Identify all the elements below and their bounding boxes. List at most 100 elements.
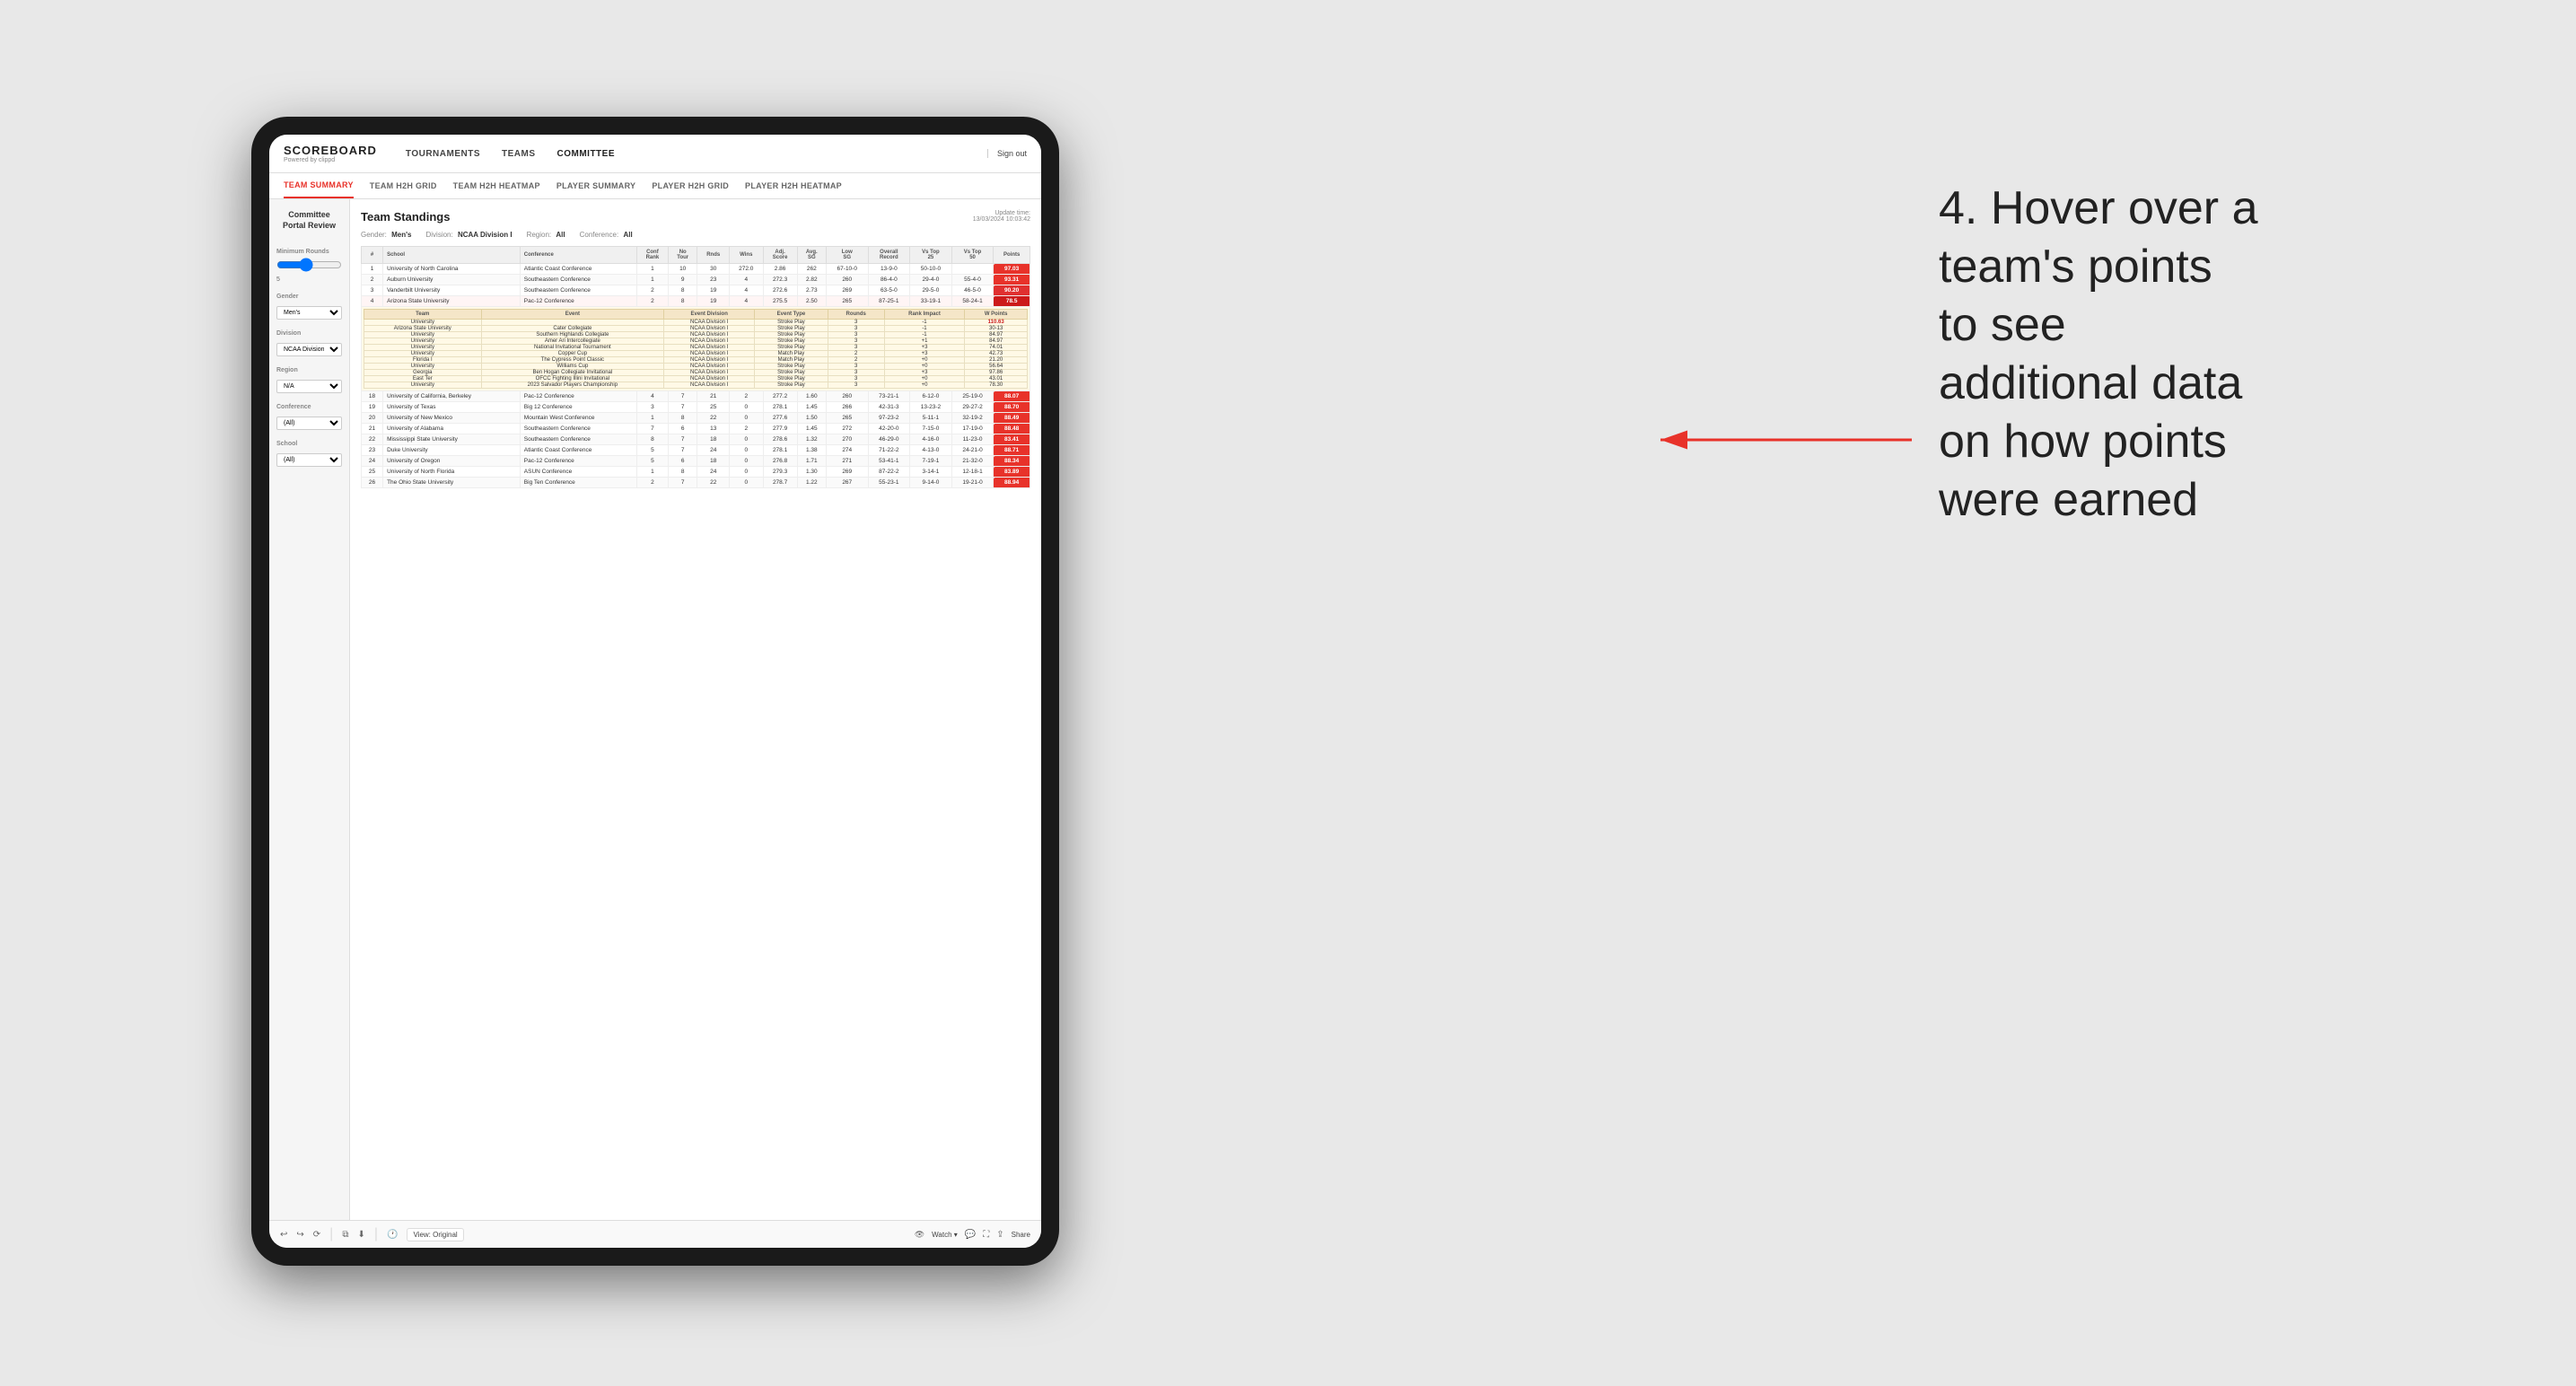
table-row[interactable]: 26 The Ohio State University Big Ten Con… bbox=[362, 478, 1030, 488]
nav-tournaments[interactable]: TOURNAMENTS bbox=[404, 145, 482, 162]
cell-points[interactable]: 83.89 bbox=[994, 467, 1030, 478]
cell-points[interactable]: 93.31 bbox=[994, 275, 1030, 285]
share-button[interactable]: Share bbox=[1012, 1231, 1030, 1239]
conference-select[interactable]: (All) bbox=[276, 417, 342, 430]
copy-icon[interactable]: ⧉ bbox=[342, 1230, 348, 1240]
tab-team-h2h-heatmap[interactable]: TEAM H2H HEATMAP bbox=[453, 174, 540, 197]
min-rounds-label: Minimum Rounds bbox=[276, 249, 342, 255]
tooltip-data-row: University 2023 Salvador Players Champio… bbox=[364, 382, 1028, 389]
cell-wins: 4 bbox=[730, 275, 764, 285]
watch-button[interactable]: Watch ▾ bbox=[932, 1231, 958, 1239]
cell-overall-record: 97-23-2 bbox=[868, 413, 910, 424]
annotation-area: 4. Hover over ateam's pointsto seeadditi… bbox=[1939, 180, 2522, 548]
filter-division: Division: NCAA Division I bbox=[426, 231, 513, 239]
view-label[interactable]: View: Original bbox=[407, 1228, 463, 1241]
region-select[interactable]: N/A All bbox=[276, 380, 342, 393]
cell-vs-top-50: 29-27-2 bbox=[951, 402, 994, 413]
cell-overall-record: 42-31-3 bbox=[868, 402, 910, 413]
table-row[interactable]: 21 University of Alabama Southeastern Co… bbox=[362, 424, 1030, 434]
reset-icon[interactable]: ⟳ bbox=[313, 1230, 320, 1240]
table-row[interactable]: 3 Vanderbilt University Southeastern Con… bbox=[362, 285, 1030, 296]
sign-out-button[interactable]: Sign out bbox=[987, 149, 1027, 158]
cell-vs-top-25: 3-14-1 bbox=[910, 467, 952, 478]
col-no-tour: NoTour bbox=[668, 247, 697, 264]
cell-school: University of North Florida bbox=[383, 467, 521, 478]
cell-low-sg: 265 bbox=[826, 413, 868, 424]
min-rounds-value: 5 bbox=[276, 276, 342, 283]
cell-points[interactable]: 88.49 bbox=[994, 413, 1030, 424]
undo-icon[interactable]: ↩ bbox=[280, 1230, 287, 1240]
cell-low-sg: 271 bbox=[826, 456, 868, 467]
cell-points[interactable]: 88.34 bbox=[994, 456, 1030, 467]
cell-vs-top-50: 46-5-0 bbox=[951, 285, 994, 296]
redo-icon[interactable]: ↪ bbox=[296, 1230, 303, 1240]
cell-adj-score: 275.5 bbox=[763, 296, 797, 307]
conference-label: Conference bbox=[276, 404, 342, 410]
cell-avg-sg: 1.30 bbox=[797, 467, 826, 478]
standings-table: # School Conference ConfRank NoTour Rnds… bbox=[361, 246, 1030, 488]
table-row[interactable]: 23 Duke University Atlantic Coast Confer… bbox=[362, 445, 1030, 456]
tooltip-data-row: University Copper Cup NCAA Division I Ma… bbox=[364, 351, 1028, 357]
bottom-bar-right: 👁 Watch ▾ 💬 ⛶ ⇪ Share bbox=[915, 1230, 1030, 1240]
cell-wins: 0 bbox=[730, 478, 764, 488]
bottom-bar: ↩ ↪ ⟳ | ⧉ ⬇ | 🕐 View: Original 👁 Watch ▾… bbox=[269, 1220, 1041, 1248]
cell-rnds: 19 bbox=[697, 285, 730, 296]
cell-conference: Pac-12 Conference bbox=[520, 391, 636, 402]
cell-low-sg: 274 bbox=[826, 445, 868, 456]
comment-icon[interactable]: 💬 bbox=[965, 1230, 976, 1240]
table-row[interactable]: 25 University of North Florida ASUN Conf… bbox=[362, 467, 1030, 478]
tooltip-col-team: Team bbox=[364, 310, 482, 320]
school-select[interactable]: (All) bbox=[276, 453, 342, 467]
table-row[interactable]: 24 University of Oregon Pac-12 Conferenc… bbox=[362, 456, 1030, 467]
fullscreen-icon[interactable]: ⛶ bbox=[983, 1230, 989, 1240]
tab-team-summary[interactable]: TEAM SUMMARY bbox=[284, 173, 354, 198]
nav-teams[interactable]: TEAMS bbox=[500, 145, 538, 162]
cell-avg-sg: 1.45 bbox=[797, 402, 826, 413]
cell-avg-sg: 2.73 bbox=[797, 285, 826, 296]
cell-points[interactable]: 88.71 bbox=[994, 445, 1030, 456]
filter-gender: Gender: Men's bbox=[361, 231, 412, 239]
tab-player-summary[interactable]: PLAYER SUMMARY bbox=[556, 174, 636, 197]
nav-committee[interactable]: COMMITTEE bbox=[556, 145, 618, 162]
cell-points[interactable]: 88.70 bbox=[994, 402, 1030, 413]
cell-adj-score: 279.3 bbox=[763, 467, 797, 478]
tab-player-h2h-heatmap[interactable]: PLAYER H2H HEATMAP bbox=[745, 174, 842, 197]
tablet-screen: SCOREBOARD Powered by clippd TOURNAMENTS… bbox=[269, 135, 1041, 1248]
cell-points[interactable]: 88.48 bbox=[994, 424, 1030, 434]
cell-conference: Atlantic Coast Conference bbox=[520, 264, 636, 275]
division-select[interactable]: NCAA Division I NCAA Division II NCAA Di… bbox=[276, 343, 342, 356]
cell-rank: 25 bbox=[362, 467, 383, 478]
tab-player-h2h-grid[interactable]: PLAYER H2H GRID bbox=[652, 174, 729, 197]
cell-low-sg: 266 bbox=[826, 402, 868, 413]
table-row[interactable]: 22 Mississippi State University Southeas… bbox=[362, 434, 1030, 445]
table-row[interactable]: 18 University of California, Berkeley Pa… bbox=[362, 391, 1030, 402]
col-wins: Wins bbox=[730, 247, 764, 264]
tooltip-col-rank-impact: Rank Impact bbox=[884, 310, 965, 320]
sidebar-gender: Gender Men's Women's bbox=[276, 294, 342, 320]
cell-points[interactable]: 83.41 bbox=[994, 434, 1030, 445]
cell-avg-sg: 1.38 bbox=[797, 445, 826, 456]
cell-vs-top-25: 50-10-0 bbox=[910, 264, 952, 275]
table-row[interactable]: 4 Arizona State University Pac-12 Confer… bbox=[362, 296, 1030, 307]
cell-vs-top-50: 58-24-1 bbox=[951, 296, 994, 307]
cell-no-tour: 7 bbox=[668, 402, 697, 413]
min-rounds-slider[interactable] bbox=[276, 258, 342, 272]
table-row[interactable]: 1 University of North Carolina Atlantic … bbox=[362, 264, 1030, 275]
table-row[interactable]: 19 University of Texas Big 12 Conference… bbox=[362, 402, 1030, 413]
table-row[interactable]: 20 University of New Mexico Mountain Wes… bbox=[362, 413, 1030, 424]
cell-points[interactable]: 88.94 bbox=[994, 478, 1030, 488]
cell-rnds: 23 bbox=[697, 275, 730, 285]
cell-conf-rank: 4 bbox=[636, 391, 668, 402]
download-icon[interactable]: ⬇ bbox=[357, 1230, 364, 1240]
cell-vs-top-50: 32-19-2 bbox=[951, 413, 994, 424]
gender-select[interactable]: Men's Women's bbox=[276, 306, 342, 320]
table-row[interactable]: 2 Auburn University Southeastern Confere… bbox=[362, 275, 1030, 285]
tooltip-data-row: East Ter OFCC Fighting Illini Invitation… bbox=[364, 376, 1028, 382]
cell-rank: 4 bbox=[362, 296, 383, 307]
tab-team-h2h-grid[interactable]: TEAM H2H GRID bbox=[370, 174, 437, 197]
cell-points[interactable]: 88.07 bbox=[994, 391, 1030, 402]
cell-points[interactable]: 78.5 bbox=[994, 296, 1030, 307]
cell-points[interactable]: 90.20 bbox=[994, 285, 1030, 296]
cell-points[interactable]: 97.03 bbox=[994, 264, 1030, 275]
tooltip-col-rounds: Rounds bbox=[828, 310, 884, 320]
